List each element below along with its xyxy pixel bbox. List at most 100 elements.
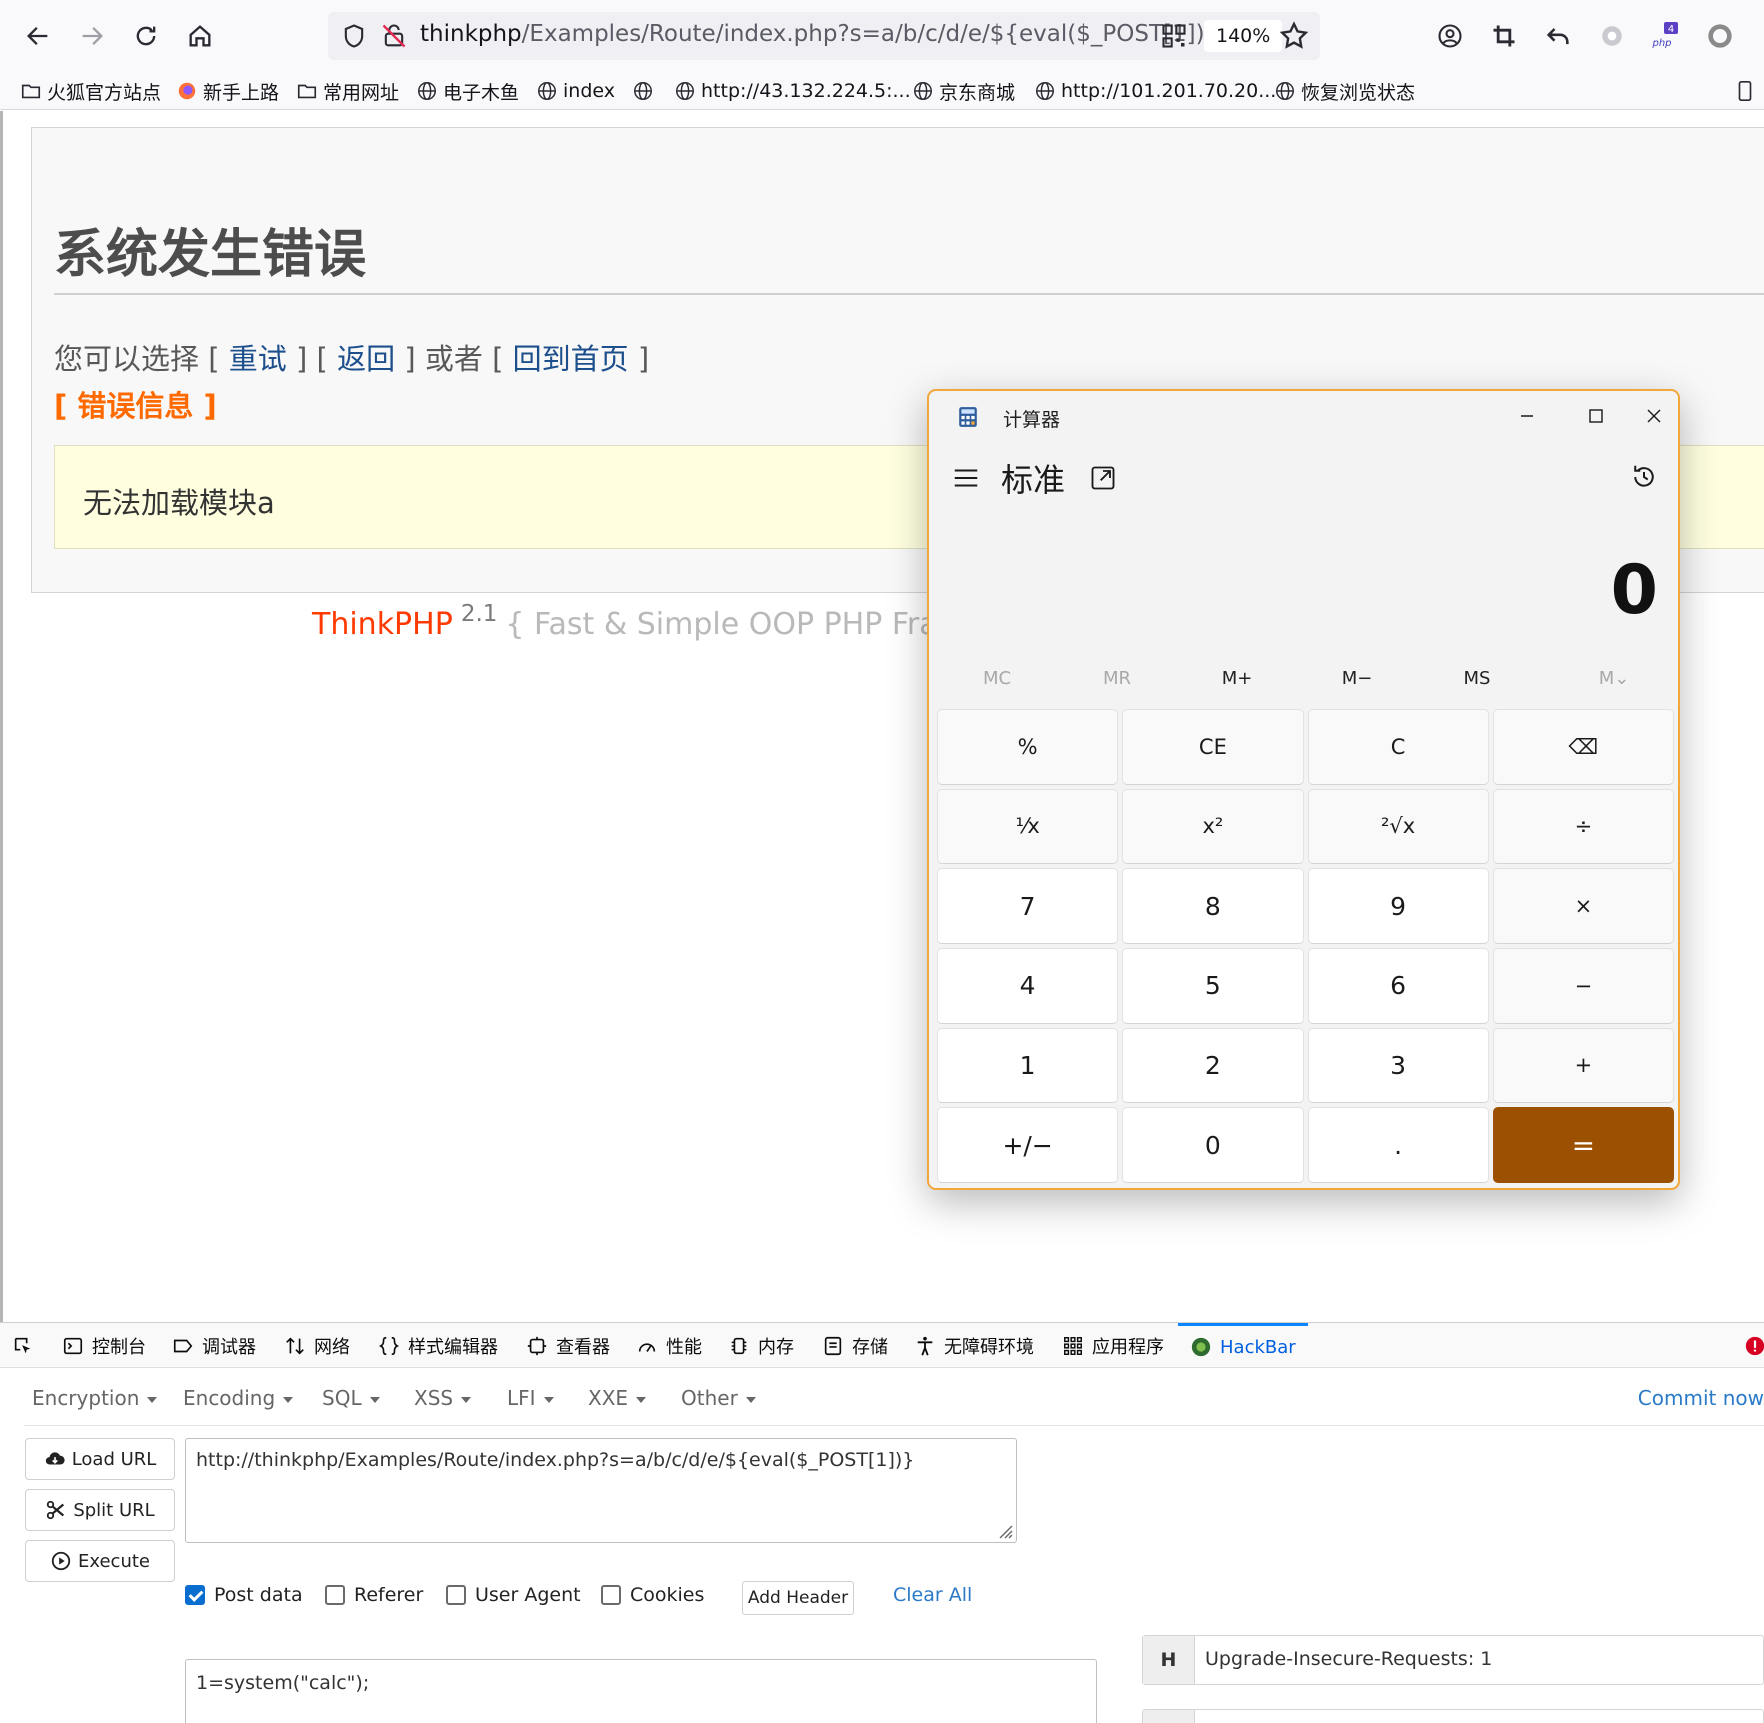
shield-icon[interactable] — [340, 22, 368, 50]
post-data-checkbox[interactable]: Post data — [185, 1584, 303, 1606]
zoom-level[interactable]: 140% — [1204, 20, 1283, 52]
negate-key[interactable]: +/− — [937, 1107, 1119, 1183]
digit-1-key[interactable]: 1 — [937, 1027, 1119, 1104]
memory-add-button[interactable]: M+ — [1177, 661, 1297, 697]
bookmark-restore[interactable]: 恢复浏览状态 — [1274, 74, 1415, 108]
subtract-key[interactable]: − — [1492, 947, 1674, 1024]
clear-key[interactable]: C — [1307, 709, 1489, 785]
element-picker-button[interactable] — [12, 1323, 42, 1368]
add-key[interactable]: + — [1492, 1027, 1674, 1104]
screenshot-crop-icon[interactable] — [1488, 18, 1520, 54]
keep-on-top-icon[interactable] — [1089, 464, 1117, 492]
tab-style-editor[interactable]: 样式编辑器 — [378, 1323, 498, 1368]
maximize-button[interactable] — [1571, 399, 1621, 433]
menu-sql[interactable]: SQL — [322, 1386, 380, 1410]
post-data-input[interactable]: 1=system("calc"); — [185, 1659, 1097, 1723]
minimize-button[interactable] — [1502, 399, 1552, 433]
close-button[interactable] — [1629, 399, 1678, 433]
tampermonkey-icon[interactable] — [1704, 18, 1736, 54]
clear-entry-key[interactable]: CE — [1122, 709, 1304, 785]
divide-key[interactable]: ÷ — [1492, 788, 1674, 865]
multiply-key[interactable]: × — [1492, 868, 1674, 944]
tab-application[interactable]: 应用程序 — [1062, 1323, 1164, 1368]
add-header-button[interactable]: Add Header — [742, 1581, 854, 1615]
header-toggle[interactable]: H — [1143, 1636, 1195, 1684]
bookmark-getting-started[interactable]: 新手上路 — [176, 74, 279, 108]
tab-performance[interactable]: 性能 — [636, 1323, 702, 1368]
menu-xxe[interactable]: XXE — [588, 1386, 647, 1410]
home-link[interactable]: 回到首页 — [513, 342, 629, 376]
hamburger-menu-icon[interactable] — [951, 463, 981, 493]
bookmark-muyu[interactable]: 电子木鱼 — [416, 74, 519, 108]
tab-console[interactable]: 控制台 — [62, 1323, 146, 1368]
user-agent-checkbox[interactable]: User Agent — [446, 1584, 581, 1606]
tab-debugger[interactable]: 调试器 — [172, 1323, 256, 1368]
tab-network[interactable]: 网络 — [284, 1323, 350, 1368]
php-extension-icon[interactable]: 4 php — [1650, 18, 1682, 54]
cookies-checkbox[interactable]: Cookies — [601, 1584, 704, 1606]
bookmark-jd[interactable]: 京东商城 — [912, 74, 1015, 108]
menu-other[interactable]: Other — [681, 1386, 756, 1410]
percent-key[interactable]: % — [937, 709, 1119, 785]
hackbar-url-input[interactable]: http://thinkphp/Examples/Route/index.php… — [185, 1438, 1017, 1543]
square-key[interactable]: x² — [1122, 788, 1304, 865]
bookmark-star-icon[interactable] — [1278, 20, 1310, 52]
digit-0-key[interactable]: 0 — [1122, 1107, 1304, 1183]
split-url-button[interactable]: Split URL — [25, 1489, 175, 1531]
digit-5-key[interactable]: 5 — [1122, 947, 1304, 1024]
reciprocal-key[interactable]: ¹⁄x — [937, 788, 1119, 865]
url-bar[interactable]: thinkphp/Examples/Route/index.php?s=a/b/… — [328, 12, 1320, 60]
digit-8-key[interactable]: 8 — [1122, 868, 1304, 944]
checkbox-unchecked[interactable] — [446, 1585, 466, 1605]
equals-key[interactable]: = — [1492, 1107, 1674, 1183]
memory-clear-button[interactable]: MC — [937, 661, 1057, 697]
extension-puzzle-icon[interactable] — [1596, 18, 1628, 54]
header-value[interactable]: Upgrade-Insecure-Requests: 1 — [1205, 1648, 1492, 1670]
bookmark-ip-101[interactable]: http://101.201.70.20... — [1034, 74, 1276, 108]
menu-encoding[interactable]: Encoding — [183, 1386, 294, 1410]
backspace-key[interactable]: ⌫ — [1492, 709, 1674, 785]
forward-button[interactable] — [70, 14, 114, 58]
back-link[interactable]: 返回 — [337, 342, 395, 376]
bookmark-globe-only[interactable] — [632, 74, 659, 108]
clear-all-link[interactable]: Clear All — [893, 1584, 972, 1606]
reload-button[interactable] — [124, 14, 168, 58]
digit-9-key[interactable]: 9 — [1307, 868, 1489, 944]
menu-encryption[interactable]: Encryption — [32, 1386, 158, 1410]
commit-now-link[interactable]: Commit now — [1638, 1386, 1764, 1410]
checkbox-checked[interactable] — [185, 1585, 205, 1605]
insecure-lock-icon[interactable] — [380, 22, 408, 50]
retry-link[interactable]: 重试 — [229, 342, 287, 376]
home-button[interactable] — [178, 14, 222, 58]
digit-6-key[interactable]: 6 — [1307, 947, 1489, 1024]
tab-storage[interactable]: 存储 — [822, 1323, 888, 1368]
referer-checkbox[interactable]: Referer — [325, 1584, 423, 1606]
tab-inspector[interactable]: 查看器 — [526, 1323, 610, 1368]
bookmark-ip-43[interactable]: http://43.132.224.5:... — [674, 74, 911, 108]
load-url-button[interactable]: Load URL — [25, 1438, 175, 1480]
digit-3-key[interactable]: 3 — [1307, 1027, 1489, 1104]
qr-code-icon[interactable] — [1160, 22, 1188, 50]
back-button[interactable] — [16, 14, 60, 58]
bookmark-index[interactable]: index — [536, 74, 615, 108]
tab-memory[interactable]: 内存 — [728, 1323, 794, 1368]
execute-button[interactable]: Execute — [25, 1540, 175, 1582]
mobile-bookmarks[interactable] — [1734, 74, 1761, 108]
memory-subtract-button[interactable]: M− — [1297, 661, 1417, 697]
resize-grip-icon[interactable] — [994, 1520, 1014, 1540]
digit-2-key[interactable]: 2 — [1122, 1027, 1304, 1104]
account-icon[interactable] — [1434, 18, 1466, 54]
tab-hackbar[interactable]: HackBar — [1178, 1323, 1308, 1368]
header-toggle-empty[interactable] — [1143, 1710, 1195, 1723]
digit-4-key[interactable]: 4 — [937, 947, 1119, 1024]
tab-accessibility[interactable]: 无障碍环境 — [914, 1323, 1034, 1368]
checkbox-unchecked[interactable] — [325, 1585, 345, 1605]
decimal-key[interactable]: . — [1307, 1107, 1489, 1183]
checkbox-unchecked[interactable] — [601, 1585, 621, 1605]
undo-arrow-icon[interactable] — [1542, 18, 1574, 54]
menu-xss[interactable]: XSS — [414, 1386, 472, 1410]
bookmark-folder-common[interactable]: 常用网址 — [296, 74, 399, 108]
memory-recall-button[interactable]: MR — [1057, 661, 1177, 697]
bookmark-folder-official[interactable]: 火狐官方站点 — [20, 74, 161, 108]
history-icon[interactable] — [1629, 462, 1659, 492]
